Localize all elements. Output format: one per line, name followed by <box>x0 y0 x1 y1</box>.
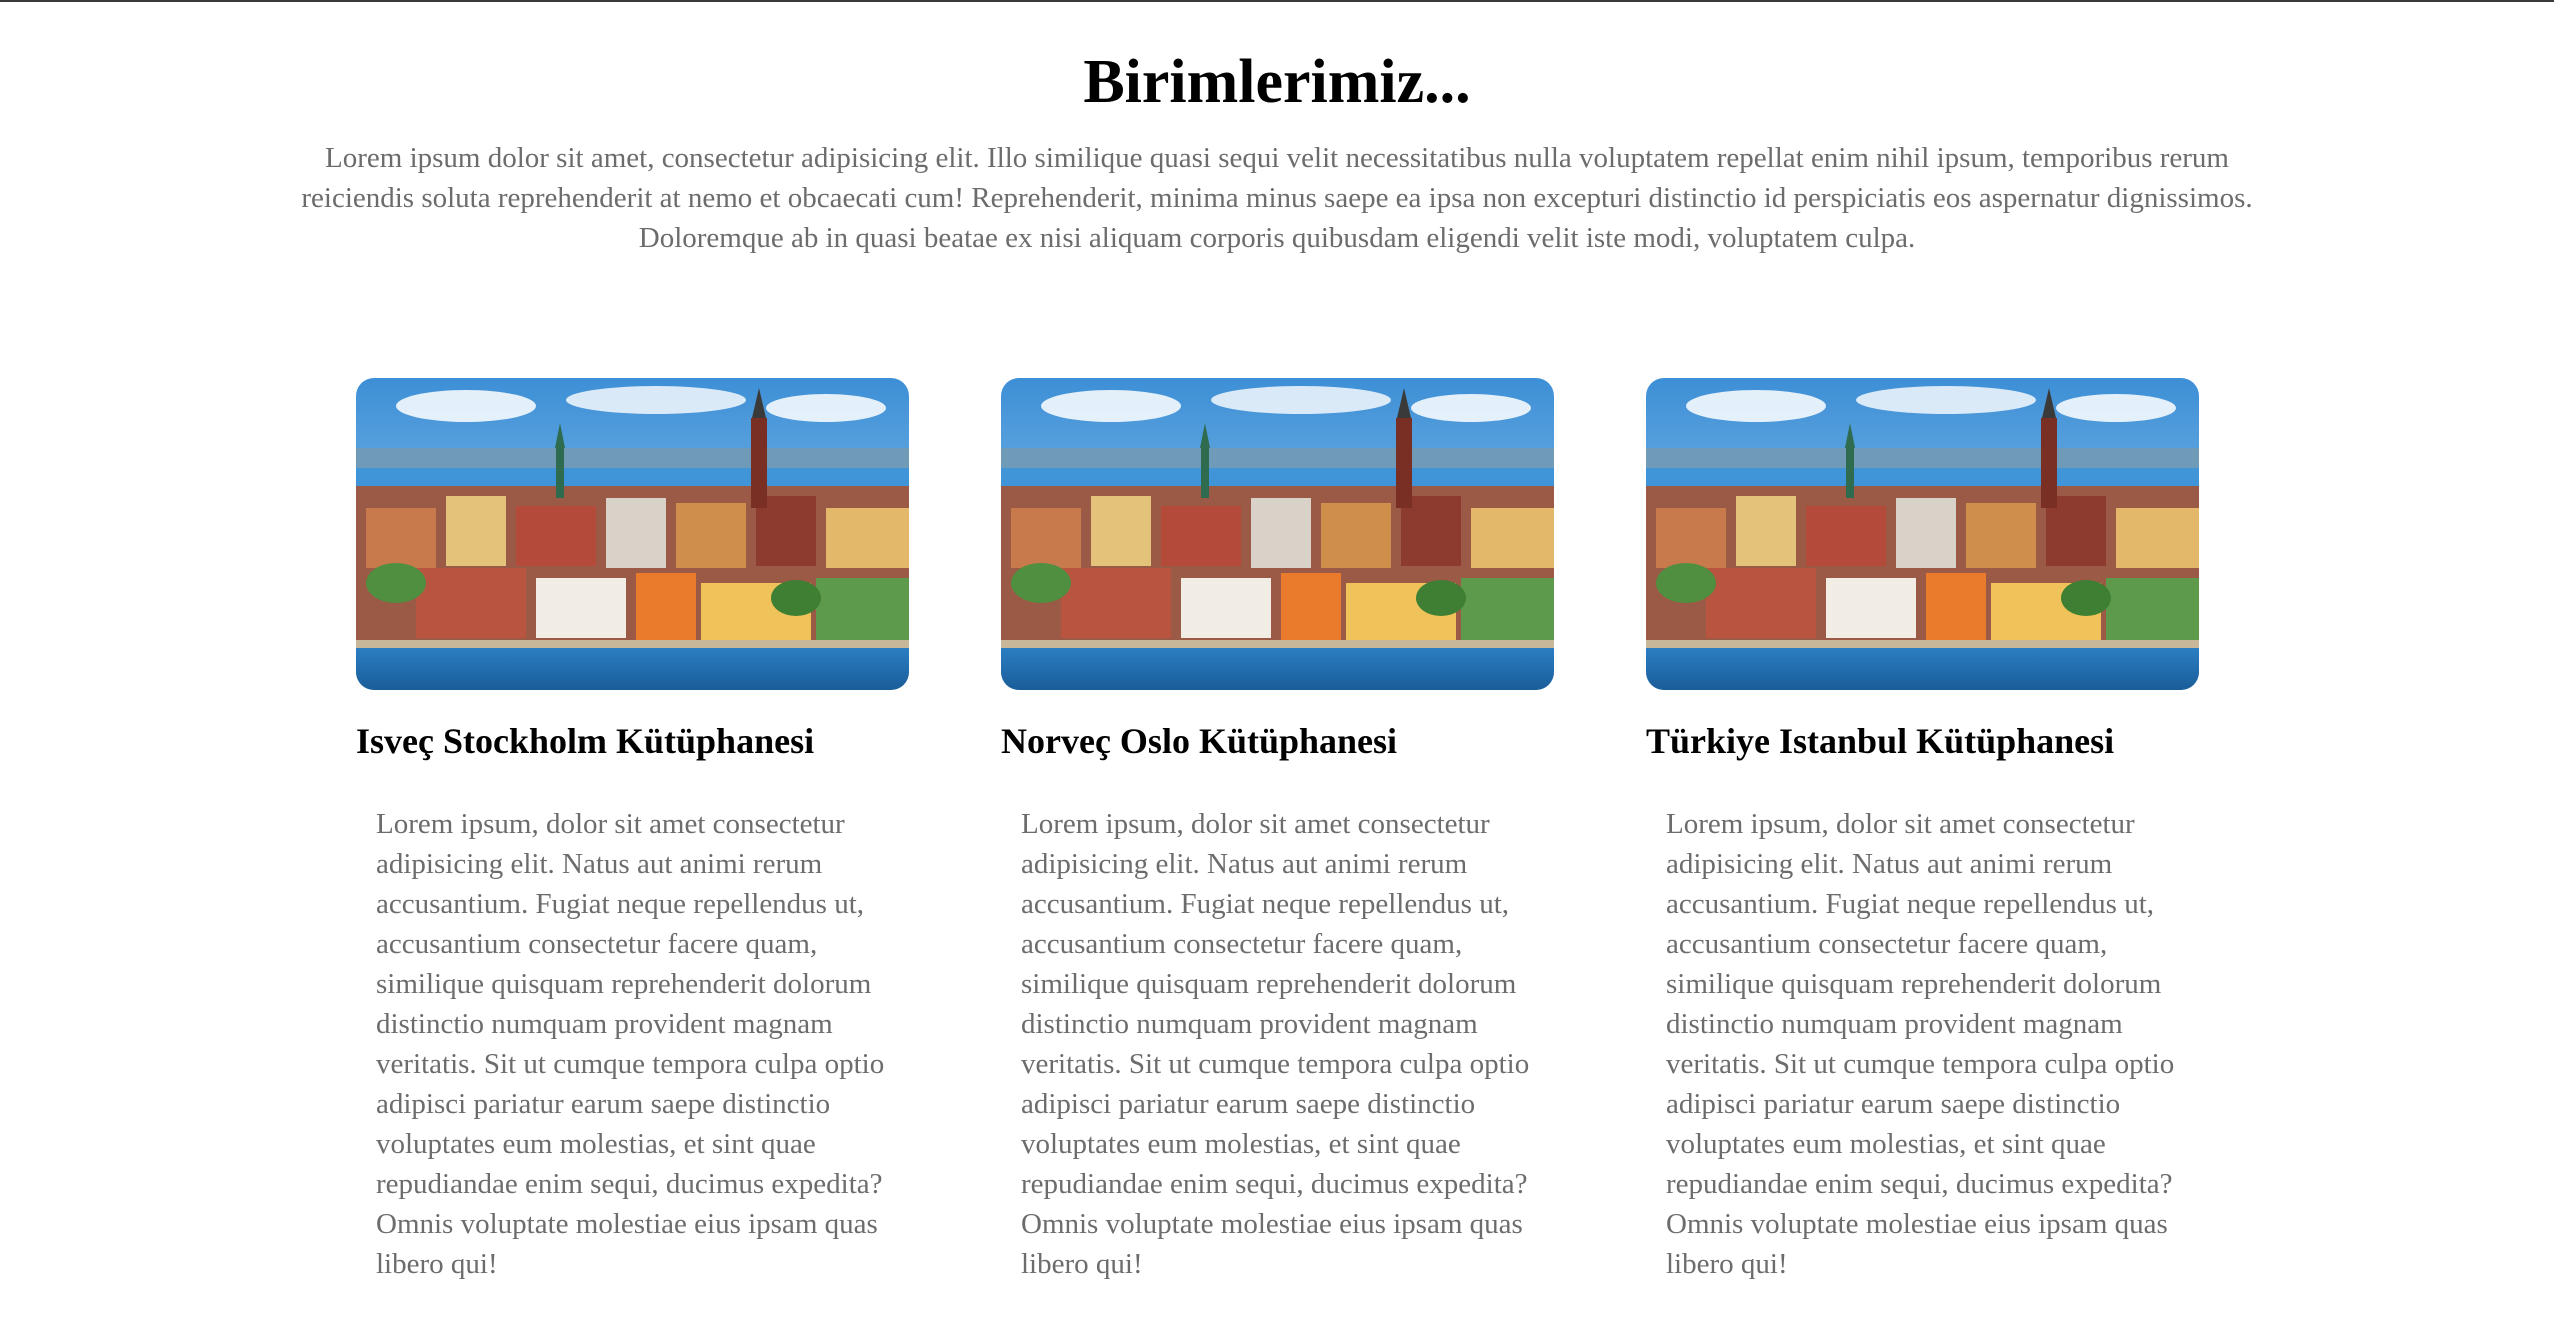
city-photo <box>356 378 909 690</box>
city-photo <box>1646 378 2199 690</box>
card-text: Lorem ipsum, dolor sit amet consectetur … <box>1021 808 1530 1280</box>
library-card-istanbul: Türkiye Istanbul Kütüphanesi Lorem ipsum… <box>1646 378 2199 1284</box>
card-text: Lorem ipsum, dolor sit amet consectetur … <box>376 808 885 1280</box>
city-photo <box>1001 378 1554 690</box>
card-title: Norveç Oslo Kütüphanesi <box>1001 721 1398 761</box>
units-section: Birimlerimiz... Lorem ipsum dolor sit am… <box>0 0 2554 1340</box>
section-intro: Lorem ipsum dolor sit amet, consectetur … <box>301 142 2253 254</box>
section-title: Birimlerimiz... <box>1083 48 1471 116</box>
card-text: Lorem ipsum, dolor sit amet consectetur … <box>1666 808 2175 1280</box>
card-title: Türkiye Istanbul Kütüphanesi <box>1646 721 2115 761</box>
library-card-oslo: Norveç Oslo Kütüphanesi Lorem ipsum, dol… <box>1001 378 1554 1284</box>
library-card-stockholm: Isveç Stockholm Kütüphanesi Lorem ipsum,… <box>356 378 909 1284</box>
card-title: Isveç Stockholm Kütüphanesi <box>356 721 815 761</box>
